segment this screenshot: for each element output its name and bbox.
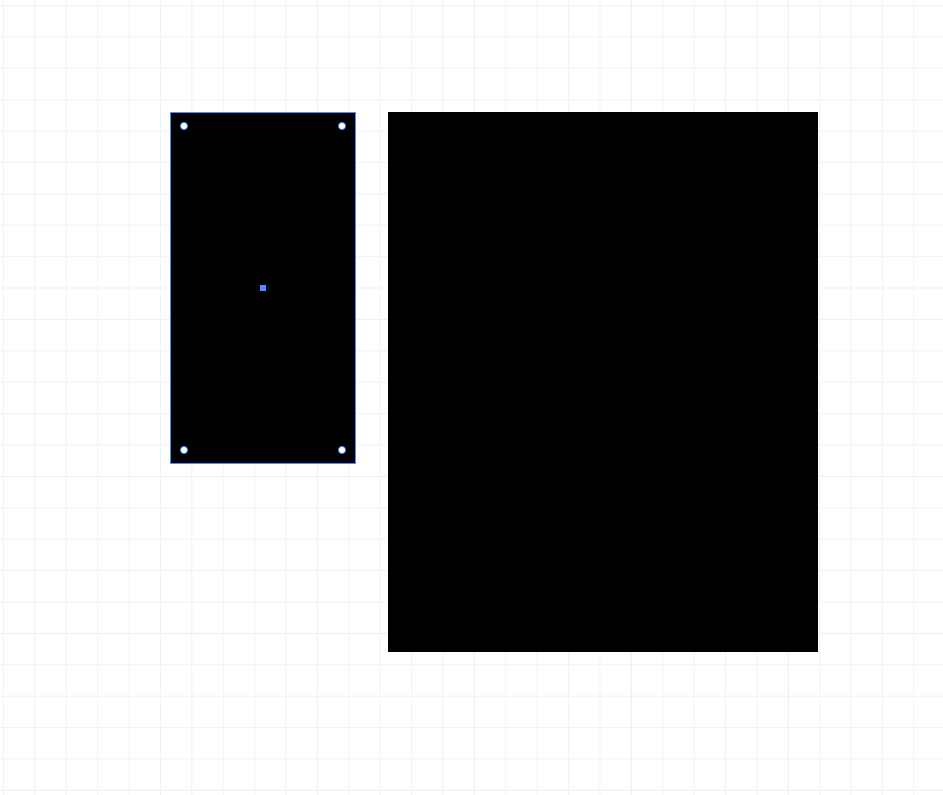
rectangle-shape[interactable] — [388, 112, 818, 652]
rectangle-shape-selected[interactable] — [170, 112, 356, 464]
selection-handle-sw[interactable] — [180, 446, 188, 454]
selection-handle-ne[interactable] — [338, 122, 346, 130]
selection-handle-se[interactable] — [338, 446, 346, 454]
selection-handle-center[interactable] — [260, 285, 266, 291]
design-canvas[interactable] — [0, 0, 943, 795]
selection-handle-nw[interactable] — [180, 122, 188, 130]
